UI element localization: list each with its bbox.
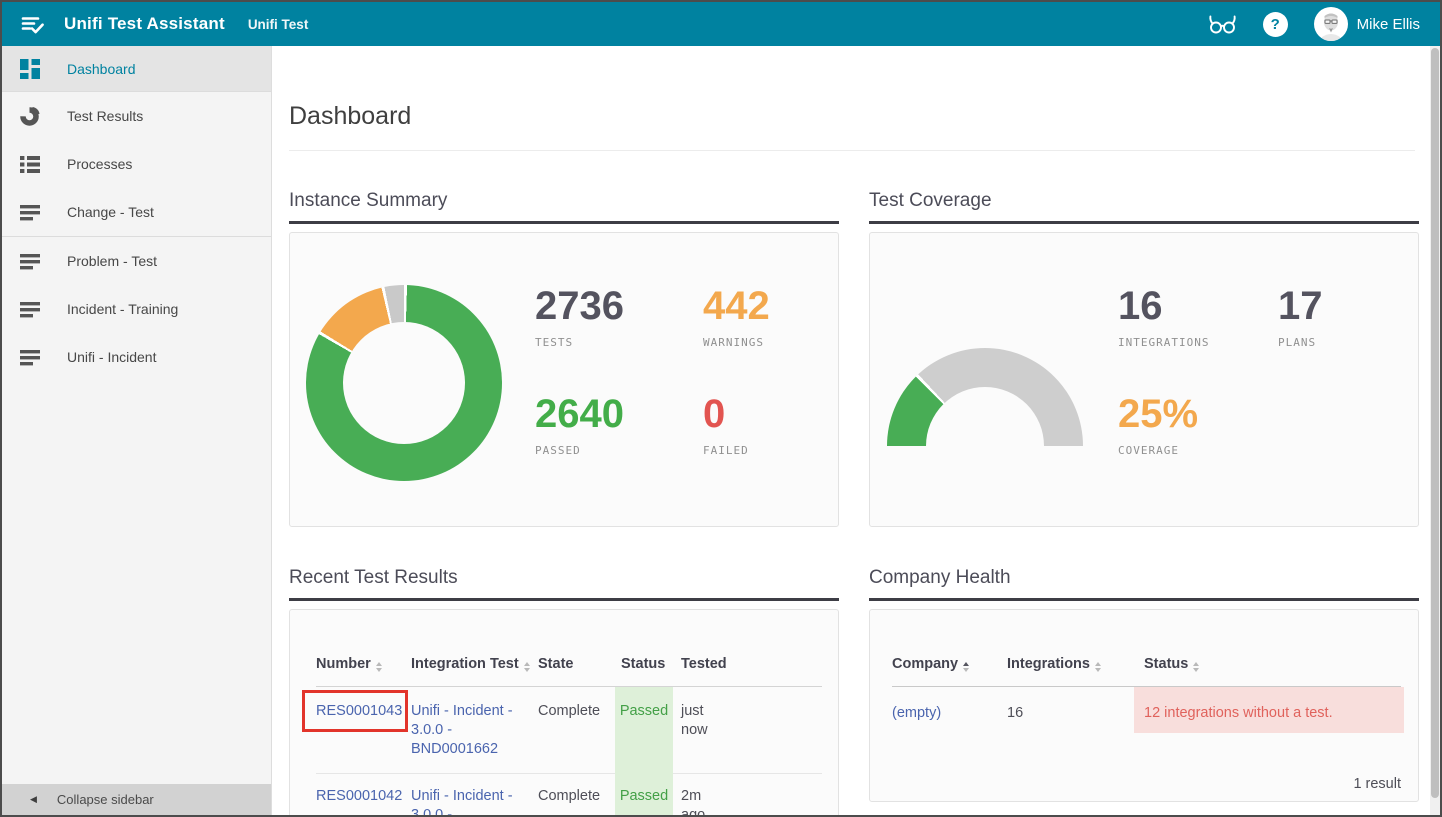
column-header-status[interactable]: Status <box>621 656 665 672</box>
result-number-link[interactable]: RES0001042 <box>316 787 402 806</box>
integration-test-link[interactable]: Unifi - Incident - 3.0.0 - <box>411 787 525 817</box>
lines-icon <box>20 299 40 319</box>
sort-caret[interactable] <box>1193 662 1199 672</box>
page-divider <box>289 150 1415 151</box>
scrollbar-thumb[interactable] <box>1431 48 1439 798</box>
user-name[interactable]: Mike Ellis <box>1357 16 1420 33</box>
sidebar-item-processes[interactable]: Processes <box>2 140 271 188</box>
status-cell: Passed <box>615 702 673 721</box>
collapse-sidebar-button[interactable]: ◀ Collapse sidebar <box>2 784 271 815</box>
stat-coverage: 25% COVERAGE <box>1118 393 1198 457</box>
test-coverage-card: 16 INTEGRATIONS 17 PLANS 25% COVERAGE <box>869 232 1419 527</box>
help-icon[interactable]: ? <box>1263 12 1288 37</box>
state-cell: Complete <box>538 702 600 721</box>
sidebar-item-label: Problem - Test <box>67 253 157 269</box>
stat-plans: 17 PLANS <box>1278 285 1323 349</box>
status-cell: Passed <box>615 787 673 806</box>
coverage-gauge <box>887 348 1083 446</box>
list-icon <box>20 154 40 174</box>
header-divider <box>316 686 822 687</box>
collapse-sidebar-label: Collapse sidebar <box>57 792 154 807</box>
pie-chart-icon <box>20 106 40 126</box>
column-header-number[interactable]: Number <box>316 656 382 672</box>
app-title: Unifi Test Assistant <box>64 14 225 34</box>
sidebar-item-label: Unifi - Incident <box>67 349 156 365</box>
lines-icon <box>20 251 40 271</box>
collapse-arrow-icon: ◀ <box>30 794 37 805</box>
sidebar-item-dashboard[interactable]: Dashboard <box>2 46 271 92</box>
sidebar-item-incident-training[interactable]: Incident - Training <box>2 285 271 333</box>
instance-summary-title: Instance Summary <box>289 190 839 224</box>
sidebar-item-problem-test[interactable]: Problem - Test <box>2 237 271 285</box>
integrations-cell: 16 <box>1007 704 1023 723</box>
top-bar: Unifi Test Assistant Unifi Test ? <box>2 2 1440 46</box>
tested-cell: 2m ago <box>681 787 725 817</box>
donut-hole <box>343 322 465 444</box>
sidebar: Dashboard Test Results Processes <box>2 46 272 815</box>
column-header-tested[interactable]: Tested <box>681 656 727 672</box>
tested-cell: just now <box>681 702 725 740</box>
state-cell: Complete <box>538 787 600 806</box>
company-link[interactable]: (empty) <box>892 704 941 723</box>
column-header-integration-test[interactable]: Integration Test <box>411 656 530 672</box>
sidebar-item-change-test[interactable]: Change - Test <box>2 188 271 236</box>
lines-icon <box>20 202 40 222</box>
column-header-status[interactable]: Status <box>1144 656 1199 672</box>
avatar[interactable] <box>1314 7 1348 41</box>
result-count: 1 result <box>1353 776 1401 792</box>
sidebar-item-label: Test Results <box>67 108 143 124</box>
sort-caret[interactable] <box>1095 662 1101 672</box>
sidebar-item-label: Incident - Training <box>67 301 178 317</box>
column-header-integrations[interactable]: Integrations <box>1007 656 1101 672</box>
sort-caret[interactable] <box>524 662 530 672</box>
sidebar-item-unifi-incident[interactable]: Unifi - Incident <box>2 333 271 381</box>
dashboard-icon <box>20 59 40 79</box>
sidebar-item-label: Dashboard <box>67 61 136 77</box>
sort-caret[interactable] <box>963 662 969 672</box>
glasses-icon[interactable] <box>1205 12 1239 36</box>
page-title: Dashboard <box>289 102 411 131</box>
menu-check-icon[interactable] <box>19 10 47 38</box>
recent-results-title: Recent Test Results <box>289 567 839 601</box>
test-coverage-title: Test Coverage <box>869 190 1419 224</box>
stat-warnings: 442 WARNINGS <box>703 285 770 349</box>
topbar-actions: ? Mike Ellis <box>1205 7 1420 41</box>
stat-passed: 2640 PASSED <box>535 393 624 457</box>
scrollbar-track[interactable] <box>1430 46 1440 815</box>
column-header-company[interactable]: Company <box>892 656 969 672</box>
sidebar-item-label: Processes <box>67 156 132 172</box>
instance-summary-donut <box>306 285 502 481</box>
stat-integrations: 16 INTEGRATIONS <box>1118 285 1209 349</box>
app-window: Unifi Test Assistant Unifi Test ? <box>0 0 1442 817</box>
company-health-title: Company Health <box>869 567 1419 601</box>
recent-results-card: Number Integration Test State Status Tes… <box>289 609 839 817</box>
column-header-state[interactable]: State <box>538 656 573 672</box>
sidebar-item-test-results[interactable]: Test Results <box>2 92 271 140</box>
sidebar-item-label: Change - Test <box>67 204 154 220</box>
instance-summary-card: 2736 TESTS 442 WARNINGS 2640 PASSED 0 FA… <box>289 232 839 527</box>
sort-caret[interactable] <box>376 662 382 672</box>
annotation-highlight-box <box>302 690 408 732</box>
company-health-card: Company Integrations Status (empty) 16 1… <box>869 609 1419 802</box>
integration-test-link[interactable]: Unifi - Incident - 3.0.0 - BND0001662 <box>411 702 525 759</box>
stat-tests: 2736 TESTS <box>535 285 624 349</box>
main-content: Dashboard Instance Summary 2736 TESTS 44… <box>272 46 1440 815</box>
row-divider <box>316 773 822 774</box>
stat-failed: 0 FAILED <box>703 393 749 457</box>
instance-name: Unifi Test <box>248 17 309 32</box>
health-status-cell: 12 integrations without a test. <box>1144 704 1333 723</box>
lines-icon <box>20 347 40 367</box>
